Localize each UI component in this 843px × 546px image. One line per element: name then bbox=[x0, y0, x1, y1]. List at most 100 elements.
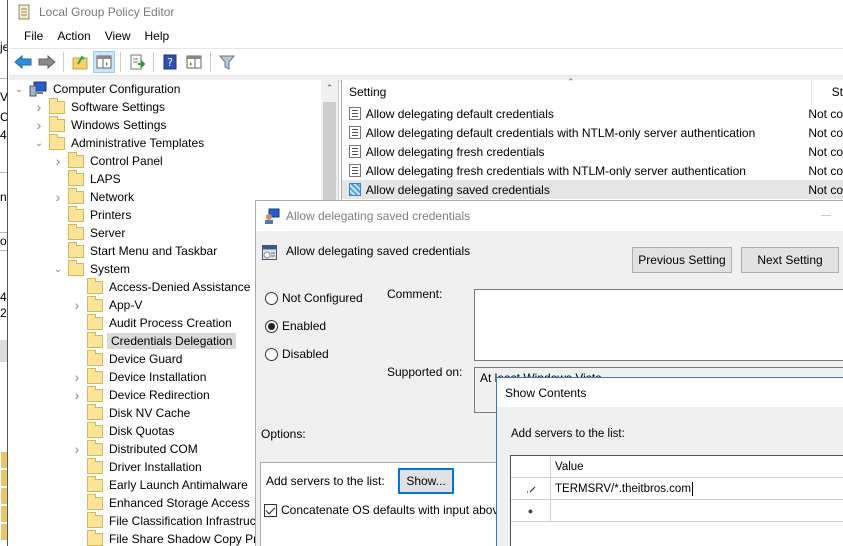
menu-action[interactable]: Action bbox=[50, 29, 97, 43]
policy-row[interactable]: Allow delegating fresh credentials Not co bbox=[342, 142, 843, 161]
grid-row[interactable]: TERMSRV/*.theitbros.com bbox=[511, 478, 843, 500]
chevron-right-icon[interactable]: › bbox=[71, 386, 83, 404]
tree-item[interactable]: Credentials Delegation bbox=[71, 331, 237, 350]
tree-root-computer-configuration[interactable]: ⌄ Computer Configuration bbox=[13, 80, 182, 98]
tree-label: System bbox=[90, 262, 131, 276]
next-setting-button[interactable]: Next Setting bbox=[741, 247, 839, 273]
filter-icon bbox=[219, 55, 235, 70]
radio-enabled[interactable]: Enabled bbox=[265, 319, 326, 333]
chevron-right-icon[interactable]: › bbox=[33, 116, 45, 134]
sort-ascending-icon: ⌃ bbox=[567, 77, 575, 87]
minimize-icon[interactable] bbox=[821, 215, 831, 216]
tree-item[interactable]: Device Guard bbox=[71, 349, 184, 368]
value-cell[interactable] bbox=[551, 500, 843, 521]
group-policy-editor-window: Local Group Policy Editor File Action Vi… bbox=[9, 0, 843, 546]
folder-icon bbox=[1, 452, 7, 468]
tree-item[interactable]: › Distributed COM bbox=[71, 439, 200, 458]
comment-field[interactable] bbox=[474, 289, 843, 361]
tree-item[interactable]: › Device Installation bbox=[71, 367, 208, 386]
radio-circle-checked[interactable] bbox=[265, 319, 278, 333]
tree-item[interactable]: › Software Settings bbox=[33, 97, 167, 116]
tree-item[interactable]: File Classification Infrastructure bbox=[71, 511, 278, 530]
tree-item[interactable]: › Control Panel bbox=[52, 151, 165, 170]
tree-item[interactable]: Driver Installation bbox=[71, 457, 204, 476]
tree-item[interactable]: LAPS bbox=[52, 169, 123, 188]
dialog-heading: Allow delegating saved credentials bbox=[286, 244, 471, 258]
concatenate-checkbox[interactable]: Concatenate OS defaults with input above bbox=[264, 503, 500, 517]
radio-not-configured[interactable]: Not Configured bbox=[265, 291, 363, 305]
chevron-down-icon[interactable]: ⌄ bbox=[33, 134, 45, 152]
folder-icon bbox=[1, 470, 7, 486]
chevron-down-icon[interactable]: ⌄ bbox=[13, 80, 25, 98]
show-button[interactable]: Show... bbox=[398, 468, 454, 494]
chevron-right-icon[interactable]: › bbox=[71, 368, 83, 386]
chevron-down-icon[interactable]: ⌄ bbox=[52, 260, 64, 278]
tree-item[interactable]: ⌄ System bbox=[52, 259, 132, 278]
value-text[interactable]: TERMSRV/*.theitbros.com bbox=[555, 483, 691, 495]
folder-icon bbox=[68, 187, 84, 204]
tree-item[interactable]: › App-V bbox=[71, 295, 144, 314]
checkbox-checked-icon[interactable] bbox=[264, 503, 277, 517]
radio-disabled[interactable]: Disabled bbox=[265, 347, 329, 361]
column-header-setting[interactable]: Setting bbox=[342, 79, 812, 104]
menu-file[interactable]: File bbox=[17, 29, 50, 43]
tree-item[interactable]: ⌄ Administrative Templates bbox=[33, 133, 206, 152]
tree-item[interactable]: Early Launch Antimalware bbox=[71, 475, 250, 494]
radio-circle[interactable] bbox=[265, 347, 278, 361]
tree-item[interactable]: Enhanced Storage Access bbox=[71, 493, 252, 512]
folder-icon bbox=[1, 488, 7, 504]
radio-circle[interactable] bbox=[265, 291, 278, 305]
tree-label: Enhanced Storage Access bbox=[109, 496, 250, 510]
tree-item[interactable]: Printers bbox=[52, 205, 133, 224]
tree-item[interactable]: Disk Quotas bbox=[71, 421, 176, 440]
tree-label: Device Guard bbox=[109, 352, 183, 366]
tree-label: Credentials Delegation bbox=[107, 333, 237, 349]
grid-row-new[interactable]: ● bbox=[511, 500, 843, 522]
column-header-state[interactable]: St bbox=[812, 80, 843, 104]
chevron-right-icon[interactable]: › bbox=[71, 440, 83, 458]
chevron-right-icon[interactable]: › bbox=[52, 152, 64, 170]
chevron-right-icon[interactable]: › bbox=[71, 296, 83, 314]
policy-editor-icon bbox=[18, 4, 30, 20]
export-list-button[interactable] bbox=[126, 51, 148, 73]
chevron-right-icon[interactable]: › bbox=[33, 98, 45, 116]
comment-label: Comment: bbox=[387, 287, 443, 301]
policy-state: Not co bbox=[808, 163, 843, 178]
filter-button[interactable] bbox=[216, 51, 238, 73]
show-hide-action-pane-button[interactable] bbox=[183, 51, 205, 73]
chevron-right-icon[interactable]: › bbox=[52, 188, 64, 206]
policy-name: Allow delegating default credentials wit… bbox=[365, 125, 756, 140]
tree-label: Start Menu and Taskbar bbox=[90, 244, 218, 258]
policy-row[interactable]: Allow delegating fresh credentials with … bbox=[342, 161, 843, 180]
help-button[interactable]: ? bbox=[159, 51, 181, 73]
show-hide-console-tree-button[interactable] bbox=[93, 51, 115, 73]
tree-label: Driver Installation bbox=[109, 460, 202, 474]
value-cell[interactable]: TERMSRV/*.theitbros.com bbox=[551, 478, 843, 499]
background-text: 4 bbox=[0, 290, 7, 304]
forward-button[interactable] bbox=[36, 51, 58, 73]
background-text: 4 bbox=[0, 128, 7, 142]
tree-item[interactable]: Disk NV Cache bbox=[71, 403, 192, 422]
tree-item[interactable]: › Windows Settings bbox=[33, 115, 168, 134]
menu-view[interactable]: View bbox=[98, 29, 138, 43]
policy-row[interactable]: Allow delegating default credentials wit… bbox=[342, 123, 843, 142]
tree-item[interactable]: Audit Process Creation bbox=[71, 313, 234, 332]
column-header-value[interactable]: Value bbox=[551, 456, 843, 477]
policy-state: Not co bbox=[808, 144, 843, 159]
back-button[interactable] bbox=[12, 51, 34, 73]
policy-row[interactable]: Allow delegating saved credentials Not co bbox=[342, 180, 843, 199]
policy-row[interactable]: Allow delegating default credentials Not … bbox=[342, 104, 843, 123]
tree-item[interactable]: Access-Denied Assistance bbox=[71, 277, 252, 296]
menu-help[interactable]: Help bbox=[138, 29, 177, 43]
scroll-up-icon[interactable]: ⌃ bbox=[321, 80, 338, 97]
tree-item[interactable]: Server bbox=[52, 223, 127, 242]
tree-item[interactable]: › Network bbox=[52, 187, 136, 206]
up-one-level-button[interactable] bbox=[69, 51, 91, 73]
tree-item[interactable]: Start Menu and Taskbar bbox=[52, 241, 219, 260]
policy-setting-icon bbox=[349, 145, 361, 158]
tree-item[interactable]: › Device Redirection bbox=[71, 385, 212, 404]
previous-setting-button[interactable]: Previous Setting bbox=[632, 247, 732, 273]
